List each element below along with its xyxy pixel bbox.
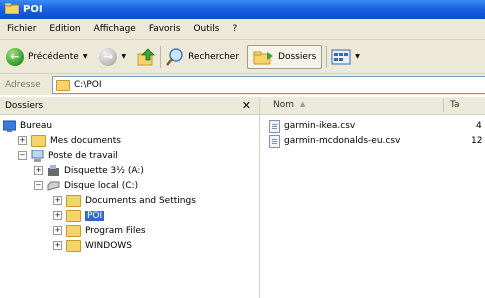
- floppy-icon: [48, 164, 59, 176]
- chevron-down-icon[interactable]: ▼: [83, 53, 88, 60]
- tree-item-poi[interactable]: + POI: [53, 208, 105, 223]
- search-button[interactable]: Rechercher: [165, 44, 239, 70]
- file-list-header: Nom ▲ Ta: [260, 97, 485, 115]
- tree-item-disque-local[interactable]: − Disque local (C:): [34, 178, 138, 193]
- expand-icon[interactable]: +: [53, 211, 62, 220]
- column-header-size[interactable]: Ta: [450, 100, 460, 110]
- tree-item-label: WINDOWS: [85, 240, 132, 251]
- tree-item-bureau[interactable]: Bureau: [3, 118, 52, 133]
- chevron-down-icon[interactable]: ▼: [355, 53, 360, 60]
- collapse-icon[interactable]: −: [18, 151, 27, 160]
- views-button[interactable]: ▼: [331, 44, 360, 70]
- file-name: garmin-mcdonalds-eu.csv: [284, 136, 401, 146]
- tree-item-disquette[interactable]: + Disquette 3½ (A:): [34, 163, 144, 178]
- expand-icon[interactable]: +: [18, 136, 27, 145]
- tree-item-documents-and-settings[interactable]: + Documents and Settings: [53, 193, 196, 208]
- hard-drive-icon: [47, 181, 60, 191]
- address-label: Adresse: [5, 79, 41, 90]
- folder-icon: [66, 239, 81, 252]
- tree-item-label: POI: [85, 210, 105, 221]
- folders-label: Dossiers: [278, 51, 317, 62]
- my-computer-icon: [31, 149, 44, 162]
- menu-outils[interactable]: Outils: [193, 24, 219, 34]
- folders-icon: [253, 51, 274, 64]
- expand-icon[interactable]: +: [34, 166, 43, 175]
- menu-help[interactable]: ?: [232, 24, 237, 34]
- folders-pane-title: Dossiers: [5, 100, 44, 111]
- toolbar-separator: [326, 45, 328, 68]
- tree-item-label: Documents and Settings: [85, 195, 196, 206]
- back-label: Précédente: [28, 51, 79, 62]
- tree-item-poste-de-travail[interactable]: − Poste de travail: [18, 148, 118, 163]
- tree-item-label: Disque local (C:): [64, 180, 139, 191]
- expand-icon[interactable]: +: [53, 241, 62, 250]
- address-input[interactable]: C:\POI: [52, 76, 485, 94]
- file-size: 4: [476, 121, 482, 131]
- folder-icon: [56, 79, 70, 91]
- folders-pane-header: Dossiers ✕: [0, 97, 259, 115]
- folders-button[interactable]: Dossiers: [247, 44, 323, 69]
- chevron-down-icon[interactable]: ▼: [121, 53, 126, 60]
- my-documents-icon: [31, 134, 46, 147]
- tree-item-label: Mes documents: [50, 135, 121, 146]
- file-name: garmin-ikea.csv: [284, 121, 356, 131]
- menu-edition[interactable]: Edition: [49, 24, 80, 34]
- column-header-name[interactable]: Nom: [273, 100, 294, 110]
- window-title: POI: [23, 4, 43, 15]
- folders-pane: Dossiers ✕ Bureau + Mes documents − Post…: [0, 97, 260, 298]
- folder-icon: [66, 194, 81, 207]
- sort-ascending-icon: ▲: [300, 100, 306, 108]
- tree-item-label: Disquette 3½ (A:): [64, 165, 144, 176]
- tree-item-windows[interactable]: + WINDOWS: [53, 238, 132, 253]
- menu-bar: Fichier Edition Affichage Favoris Outils…: [0, 19, 485, 40]
- up-folder-icon: [137, 47, 156, 65]
- folder-icon: [66, 209, 81, 222]
- tree-item-label: Program Files: [85, 225, 146, 236]
- desktop-icon: [3, 120, 16, 132]
- forward-arrow-icon: →: [99, 47, 118, 66]
- tree-item-label: Poste de travail: [48, 150, 118, 161]
- csv-file-icon: [269, 119, 280, 133]
- expand-icon[interactable]: +: [53, 196, 62, 205]
- folder-icon: [4, 2, 20, 17]
- column-divider[interactable]: [443, 99, 444, 112]
- menu-affichage[interactable]: Affichage: [94, 24, 136, 34]
- back-button[interactable]: ← Précédente ▼: [6, 44, 87, 70]
- close-icon[interactable]: ✕: [242, 99, 251, 112]
- folder-icon: [66, 224, 81, 237]
- address-bar: Adresse C:\POI: [0, 74, 485, 95]
- up-folder-button[interactable]: [136, 44, 156, 70]
- file-row[interactable]: garmin-ikea.csv: [269, 119, 355, 133]
- tree-item-label: Bureau: [20, 120, 53, 131]
- forward-button[interactable]: → ▼: [99, 44, 126, 70]
- toolbar-separator: [160, 45, 162, 68]
- search-icon: [166, 47, 183, 66]
- collapse-icon[interactable]: −: [34, 181, 43, 190]
- menu-favoris[interactable]: Favoris: [149, 24, 181, 34]
- address-value: C:\POI: [74, 80, 102, 90]
- tree-item-mes-documents[interactable]: + Mes documents: [18, 133, 121, 148]
- file-row[interactable]: garmin-mcdonalds-eu.csv: [269, 134, 400, 148]
- title-bar[interactable]: POI: [0, 0, 485, 19]
- back-arrow-icon: ←: [6, 47, 24, 66]
- toolbar: ← Précédente ▼ → ▼ Rechercher Dossiers ▼: [0, 40, 485, 74]
- tree-item-program-files[interactable]: + Program Files: [53, 223, 146, 238]
- file-list-pane: Nom ▲ Ta garmin-ikea.csv 4 garmin-mcdona…: [260, 97, 485, 298]
- menu-fichier[interactable]: Fichier: [7, 24, 36, 34]
- csv-file-icon: [269, 134, 280, 148]
- views-icon: [331, 49, 351, 64]
- expand-icon[interactable]: +: [53, 226, 62, 235]
- file-size: 12: [471, 136, 483, 146]
- search-label: Rechercher: [188, 51, 240, 62]
